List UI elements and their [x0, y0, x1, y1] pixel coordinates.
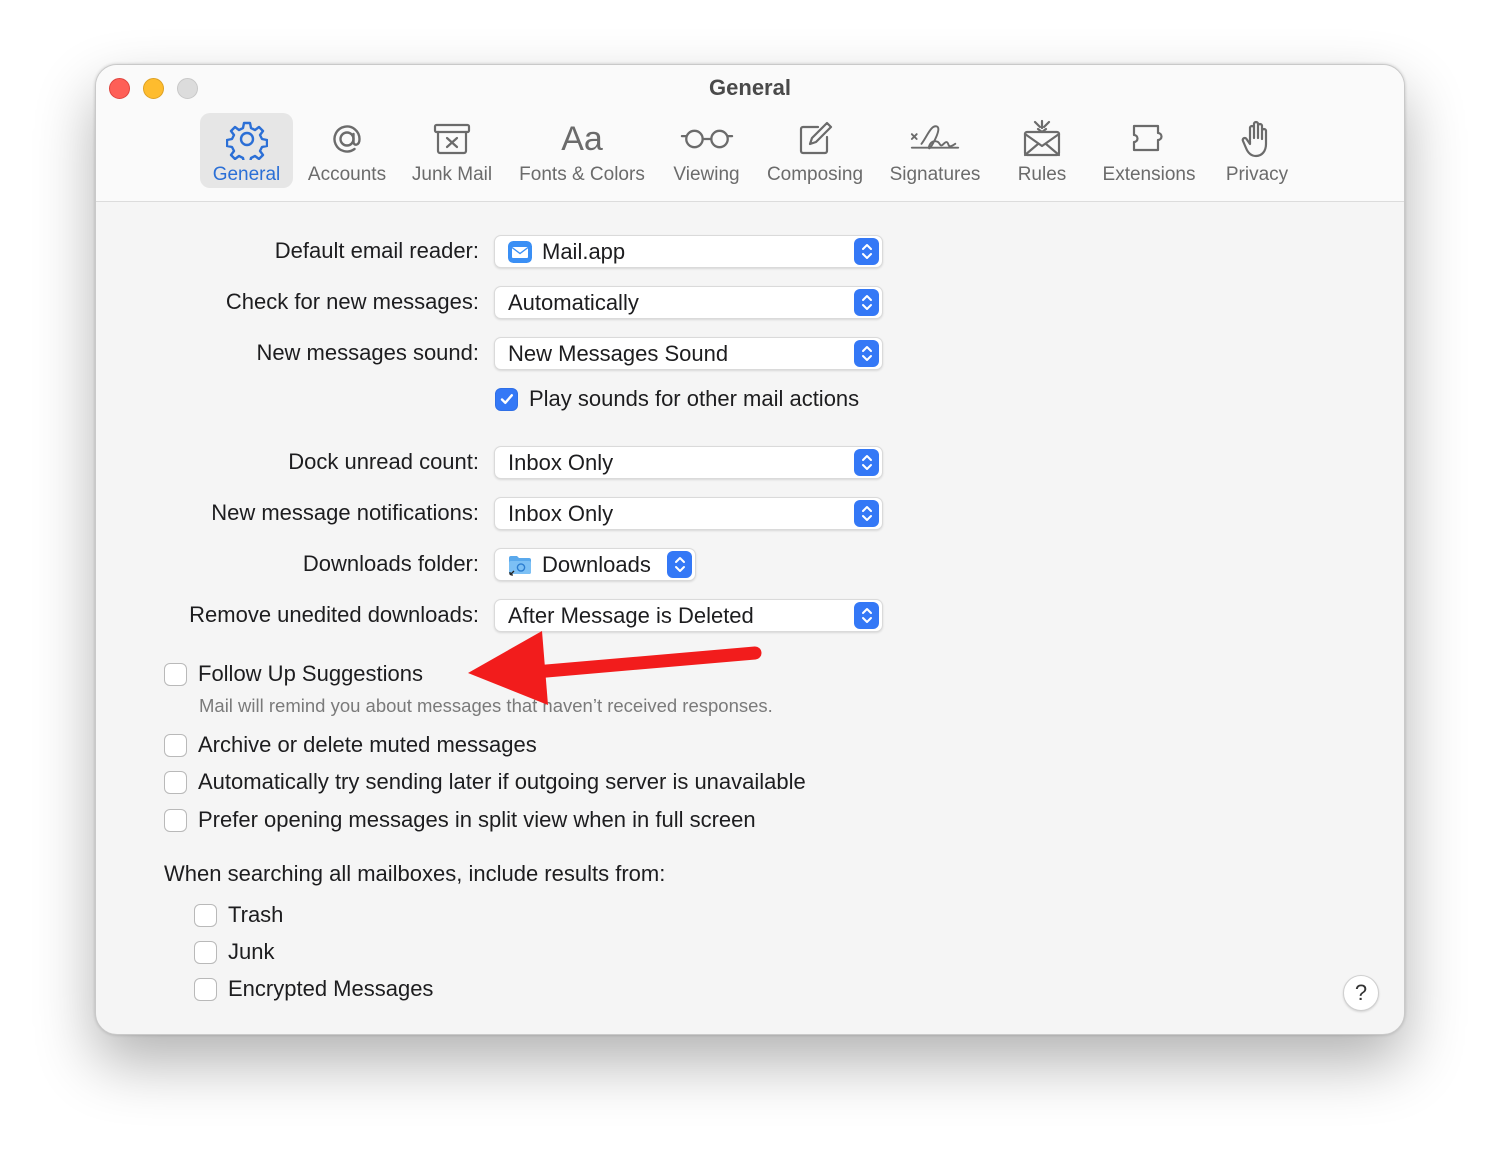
follow-up-suggestions-hint: Mail will remind you about messages that…	[199, 695, 773, 716]
check-new-messages-label: Check for new messages:	[225, 289, 479, 314]
tab-junk-mail[interactable]: Junk Mail	[405, 113, 499, 188]
tab-label: Accounts	[307, 164, 387, 185]
search-junk-row[interactable]: Junk	[194, 939, 274, 965]
downloads-folder-icon	[509, 555, 531, 576]
rules-envelope-icon	[1021, 117, 1063, 161]
check-new-messages-popup[interactable]: Automatically	[494, 286, 883, 319]
new-messages-sound-label: New messages sound:	[256, 340, 479, 365]
play-sounds-checkbox[interactable]	[495, 387, 518, 411]
archive-muted-label: Archive or delete muted messages	[198, 732, 537, 757]
glasses-icon	[680, 117, 734, 161]
search-junk-checkbox[interactable]	[194, 940, 217, 964]
new-message-notifications-label: New message notifications:	[211, 500, 479, 525]
archive-muted-checkbox[interactable]	[164, 733, 187, 757]
tab-viewing[interactable]: Viewing	[665, 113, 748, 188]
popup-stepper-icon	[854, 289, 879, 316]
send-later-row[interactable]: Automatically try sending later if outgo…	[164, 769, 806, 795]
play-sounds-label: Play sounds for other mail actions	[529, 386, 860, 411]
popup-stepper-icon	[854, 500, 879, 527]
font-aa-icon: Aa	[561, 119, 603, 158]
search-junk-label: Junk	[228, 939, 275, 964]
mail-settings-window: General General Accounts Junk Mail Aa Fo…	[95, 64, 1405, 1035]
tab-label: Fonts & Colors	[519, 164, 645, 185]
search-include-heading: When searching all mailboxes, include re…	[164, 861, 666, 886]
at-sign-icon	[326, 117, 368, 161]
popup-value: Inbox Only	[508, 449, 614, 475]
tab-label: Extensions	[1102, 164, 1196, 185]
popup-value: Automatically	[508, 289, 639, 315]
popup-value: Inbox Only	[508, 500, 614, 526]
tab-accounts[interactable]: Accounts	[299, 113, 395, 188]
search-trash-label: Trash	[228, 902, 284, 927]
tab-composing[interactable]: Composing	[758, 113, 872, 188]
new-message-notifications-popup[interactable]: Inbox Only	[494, 497, 883, 530]
tab-rules[interactable]: Rules	[1008, 113, 1076, 188]
tab-label: Rules	[1017, 164, 1067, 185]
tab-extensions[interactable]: Extensions	[1096, 113, 1202, 188]
search-trash-checkbox[interactable]	[194, 903, 217, 927]
tab-label: General	[212, 164, 281, 185]
tab-label: Signatures	[889, 164, 981, 185]
tab-label: Junk Mail	[411, 164, 493, 185]
popup-stepper-icon	[854, 238, 879, 265]
split-view-row[interactable]: Prefer opening messages in split view wh…	[164, 807, 756, 833]
dock-unread-count-label: Dock unread count:	[288, 449, 479, 474]
downloads-folder-popup[interactable]: Downloads	[494, 548, 696, 581]
follow-up-suggestions-checkbox[interactable]	[164, 662, 187, 686]
junk-bin-icon	[431, 117, 473, 161]
puzzle-icon	[1128, 117, 1170, 161]
popup-value: New Messages Sound	[508, 340, 729, 366]
tab-label: Privacy	[1225, 164, 1289, 185]
mail-app-icon	[508, 240, 532, 263]
gear-icon	[225, 117, 268, 161]
split-view-label: Prefer opening messages in split view wh…	[198, 807, 756, 832]
tab-general[interactable]: General	[200, 113, 293, 188]
popup-stepper-icon	[854, 449, 879, 476]
search-encrypted-checkbox[interactable]	[194, 977, 217, 1001]
checkmark-icon	[500, 394, 513, 404]
tab-fonts-colors[interactable]: Aa Fonts & Colors	[511, 113, 653, 188]
downloads-folder-label: Downloads folder:	[302, 551, 479, 576]
compose-icon	[794, 117, 836, 161]
play-sounds-checkbox-row[interactable]: Play sounds for other mail actions	[495, 386, 859, 412]
popup-stepper-icon	[667, 551, 692, 578]
window-title: General	[709, 75, 791, 100]
search-encrypted-row[interactable]: Encrypted Messages	[194, 976, 433, 1002]
remove-unedited-downloads-popup[interactable]: After Message is Deleted	[494, 599, 883, 632]
split-view-checkbox[interactable]	[164, 808, 187, 832]
popup-value: After Message is Deleted	[508, 602, 754, 628]
tab-label: Viewing	[673, 164, 740, 185]
dock-unread-count-popup[interactable]: Inbox Only	[494, 446, 883, 479]
hand-icon	[1236, 117, 1278, 161]
send-later-label: Automatically try sending later if outgo…	[198, 769, 806, 794]
follow-up-suggestions-row[interactable]: Follow Up Suggestions	[164, 661, 423, 687]
settings-toolbar: General Accounts Junk Mail Aa Fonts & Co…	[96, 113, 1404, 188]
search-trash-row[interactable]: Trash	[194, 902, 283, 928]
popup-stepper-icon	[854, 340, 879, 367]
default-email-reader-label: Default email reader:	[274, 238, 479, 263]
popup-value: Mail.app	[542, 238, 626, 264]
tab-signatures[interactable]: Signatures	[882, 113, 988, 188]
search-encrypted-label: Encrypted Messages	[228, 976, 434, 1001]
popup-value: Downloads	[542, 551, 651, 577]
follow-up-suggestions-label: Follow Up Suggestions	[198, 661, 424, 686]
send-later-checkbox[interactable]	[164, 770, 187, 794]
signature-icon	[908, 117, 962, 161]
new-messages-sound-popup[interactable]: New Messages Sound	[494, 337, 883, 370]
title-bar: General General Accounts Junk Mail Aa Fo…	[96, 65, 1404, 202]
tab-privacy[interactable]: Privacy	[1216, 113, 1298, 188]
default-email-reader-popup[interactable]: Mail.app	[494, 235, 883, 268]
popup-stepper-icon	[854, 602, 879, 629]
archive-muted-row[interactable]: Archive or delete muted messages	[164, 732, 537, 758]
tab-label: Composing	[766, 164, 864, 185]
remove-unedited-downloads-label: Remove unedited downloads:	[189, 602, 479, 627]
help-button[interactable]: ?	[1343, 975, 1379, 1011]
